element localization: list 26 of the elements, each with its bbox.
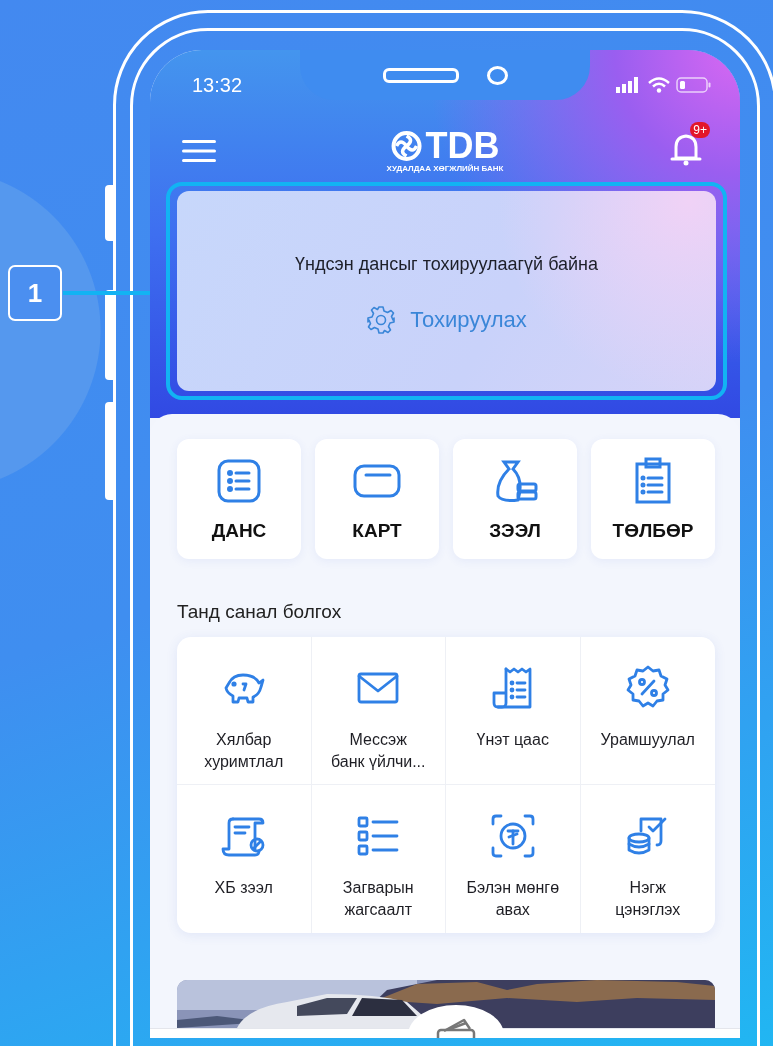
- callout-number: 1: [8, 265, 62, 321]
- notification-badge: 9+: [690, 122, 710, 138]
- offer-item[interactable]: Нэгж цэнэглэх: [580, 785, 715, 933]
- offer-item[interactable]: ХБ зээл: [177, 785, 312, 933]
- notice-message: Үндсэн дансыг тохируулаагүй байна: [294, 253, 599, 275]
- service-tile[interactable]: ДАНС: [177, 439, 301, 559]
- wifi-icon: [648, 77, 670, 93]
- logo-icon: [390, 130, 423, 162]
- battery-icon: [676, 77, 712, 93]
- offer-item[interactable]: Бэлэн мөнгө авах: [446, 785, 581, 933]
- offer-item[interactable]: Үнэт цаас: [446, 637, 581, 785]
- camera-lens: [486, 65, 508, 85]
- offer-item[interactable]: Мессэж банк үйлчи...: [311, 637, 446, 785]
- offer-item[interactable]: Урамшуулал: [580, 637, 715, 785]
- service-tile[interactable]: ЗЭЭЛ: [453, 439, 577, 559]
- logo-text: TDB: [425, 128, 500, 164]
- service-tile[interactable]: КАРТ: [315, 439, 439, 559]
- logo-subtitle: ХУДАЛДАА ХӨГЖЛИЙН БАНК: [386, 164, 504, 173]
- wallet-icon: [434, 1017, 478, 1038]
- gear-icon: [366, 304, 397, 335]
- section-title: Танд санал болгох: [177, 601, 343, 623]
- status-time: 13:32: [192, 73, 243, 97]
- offer-item[interactable]: Загварын жагсаалт: [311, 785, 446, 933]
- offer-item[interactable]: Хялбар хуримтлал: [177, 637, 312, 785]
- menu-icon[interactable]: [182, 139, 216, 163]
- service-tile[interactable]: ТӨЛБӨР: [591, 439, 715, 559]
